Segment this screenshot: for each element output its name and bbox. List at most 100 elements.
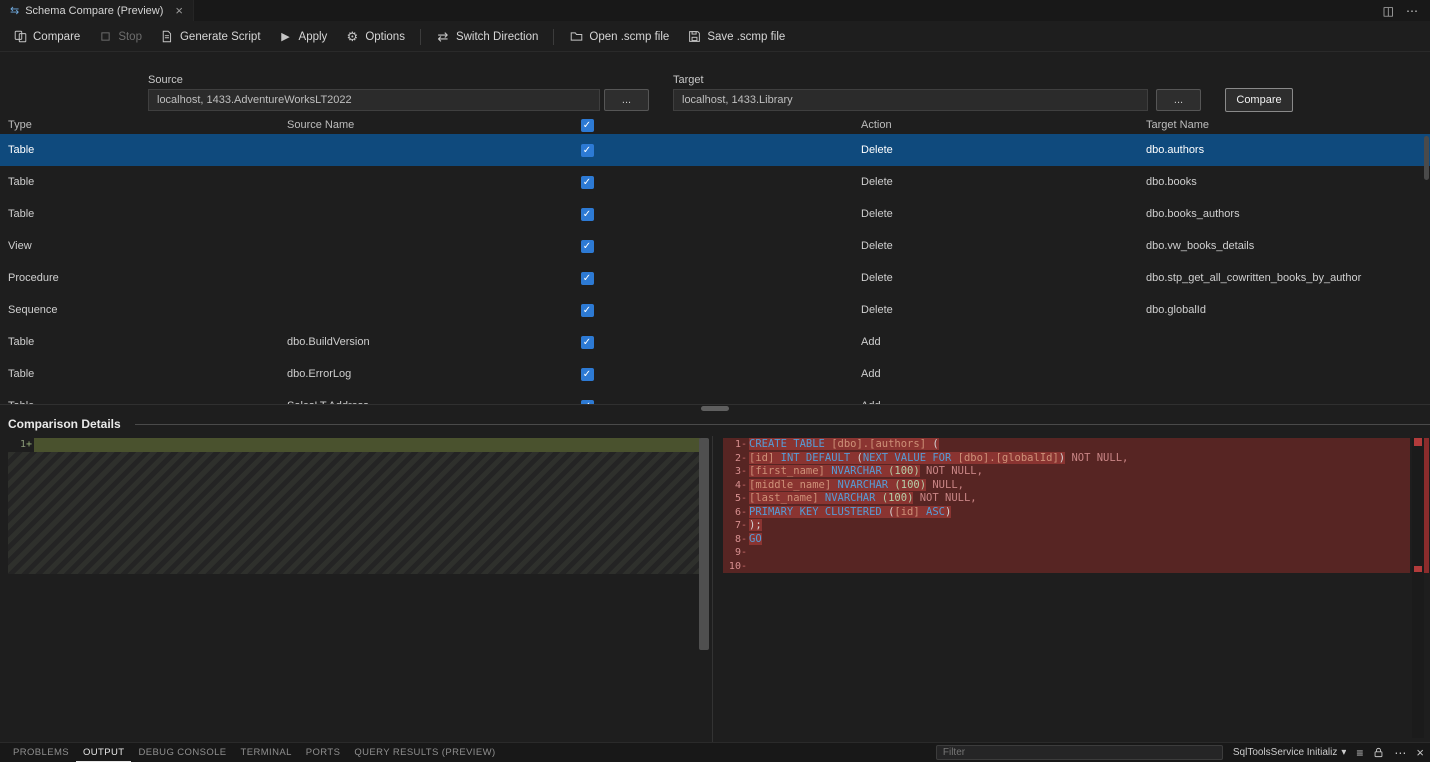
panel-resize-handle[interactable]	[701, 406, 729, 411]
table-row[interactable]: Tabledbo.ErrorLog✓Add	[0, 358, 1430, 390]
row-source-name: dbo.BuildVersion	[287, 336, 577, 348]
panel-tab-ports[interactable]: PORTS	[299, 743, 348, 762]
apply-button[interactable]: ▶Apply	[270, 24, 337, 50]
column-target-name[interactable]: Target Name	[1146, 119, 1430, 131]
select-all-checkbox[interactable]: ✓	[581, 119, 594, 132]
more-actions-icon[interactable]: ⋯	[1394, 746, 1406, 760]
include-checkbox[interactable]: ✓	[581, 176, 594, 189]
row-action: Delete	[861, 144, 1146, 156]
include-checkbox[interactable]: ✓	[581, 240, 594, 253]
output-channel-select[interactable]: SqlToolsService Initializ ▾	[1233, 747, 1347, 758]
diff-line[interactable]: 1+	[8, 438, 700, 452]
toolbar-button-label: Compare	[33, 31, 80, 43]
target-input[interactable]	[673, 89, 1148, 111]
options-button[interactable]: ⚙Options	[336, 24, 414, 50]
pane-divider	[712, 436, 713, 742]
toolbar-separator	[553, 29, 554, 45]
compare-icon	[13, 30, 27, 44]
line-number: 2-	[723, 452, 749, 466]
panel-tab-terminal[interactable]: TERMINAL	[234, 743, 299, 762]
editor-more-actions-icon[interactable]: ⋯	[1406, 4, 1418, 18]
include-checkbox[interactable]: ✓	[581, 144, 594, 157]
diff-line[interactable]: 7-);	[723, 519, 1410, 533]
diff-line[interactable]: 6-PRIMARY KEY CLUSTERED ([id] ASC)	[723, 506, 1410, 520]
include-checkbox[interactable]: ✓	[581, 304, 594, 317]
close-panel-icon[interactable]: ×	[1416, 745, 1424, 760]
diff-line[interactable]: 10-	[723, 560, 1410, 574]
panel-tab-debug-console[interactable]: DEBUG CONSOLE	[131, 743, 233, 762]
lock-icon[interactable]	[1373, 747, 1384, 758]
table-row[interactable]: Table✓Deletedbo.books_authors	[0, 198, 1430, 230]
column-type[interactable]: Type	[8, 119, 287, 131]
schema-compare-window: ⇆ Schema Compare (Preview) × ◫ ⋯ Compare…	[0, 0, 1430, 762]
switch-direction-button[interactable]: ⇄Switch Direction	[427, 24, 547, 50]
compare-button[interactable]: Compare	[1225, 88, 1293, 112]
diff-filler-region	[8, 452, 700, 574]
switch-icon: ⇄	[436, 30, 450, 44]
comparison-details-header: Comparison Details	[0, 412, 1430, 436]
toolbar: Compare Stop Generate Script ▶Apply⚙Options…	[0, 22, 1430, 52]
target-diff-editor[interactable]: 1-CREATE TABLE [dbo].[authors] (2-[id] I…	[723, 438, 1410, 738]
target-browse-button[interactable]: ...	[1156, 89, 1201, 111]
include-checkbox[interactable]: ✓	[581, 208, 594, 221]
panel-tab-query-results-preview[interactable]: QUERY RESULTS (PREVIEW)	[347, 743, 502, 762]
source-input[interactable]	[148, 89, 600, 111]
row-action: Delete	[861, 176, 1146, 188]
diff-line[interactable]: 9-	[723, 546, 1410, 560]
stop-button: Stop	[89, 24, 151, 50]
table-row[interactable]: Tabledbo.BuildVersion✓Add	[0, 326, 1430, 358]
open-scmp-button[interactable]: Open .scmp file	[560, 24, 678, 50]
compare-toolbar-button[interactable]: Compare	[4, 24, 89, 50]
tab-schema-compare[interactable]: ⇆ Schema Compare (Preview) ×	[0, 0, 194, 21]
script-icon	[160, 30, 174, 44]
panel-tab-output[interactable]: OUTPUT	[76, 743, 131, 762]
diff-scrollbar[interactable]	[699, 438, 709, 650]
diff-line[interactable]: 1-CREATE TABLE [dbo].[authors] (	[723, 438, 1410, 452]
comparison-details-title: Comparison Details	[8, 417, 121, 431]
header-rule	[135, 424, 1430, 425]
row-type: Procedure	[8, 272, 287, 284]
diff-line[interactable]: 8-GO	[723, 533, 1410, 547]
table-row[interactable]: TableSalesLT.Address✓Add	[0, 390, 1430, 404]
table-row[interactable]: View✓Deletedbo.vw_books_details	[0, 230, 1430, 262]
line-number: 1-	[723, 438, 749, 452]
split-editor-icon[interactable]: ◫	[1383, 4, 1394, 18]
overview-removed-strip	[1424, 438, 1429, 573]
table-row[interactable]: Table ✓ Deletedbo.books	[0, 166, 1430, 198]
line-number: 4-	[723, 479, 749, 493]
diff-line[interactable]: 3-[first_name] NVARCHAR (100) NOT NULL,	[723, 465, 1410, 479]
include-checkbox[interactable]: ✓	[581, 272, 594, 285]
results-scrollbar[interactable]	[1424, 136, 1429, 180]
panel-sash	[0, 404, 1430, 412]
schema-compare-icon: ⇆	[10, 4, 19, 17]
include-checkbox[interactable]: ✓	[581, 336, 594, 349]
editor-tab-bar: ⇆ Schema Compare (Preview) × ◫ ⋯	[0, 0, 1430, 22]
close-tab-icon[interactable]: ×	[175, 4, 183, 17]
table-row[interactable]: Procedure✓Deletedbo.stp_get_all_cowritte…	[0, 262, 1430, 294]
line-number: 8-	[723, 533, 749, 547]
column-action[interactable]: Action	[861, 119, 1146, 131]
chevron-down-icon: ▾	[1341, 747, 1346, 758]
table-row[interactable]: Table✓Deletedbo.authors	[0, 134, 1430, 166]
source-diff-editor[interactable]: 1+	[8, 438, 700, 738]
diff-line[interactable]: 2-[id] INT DEFAULT (NEXT VALUE FOR [dbo]…	[723, 452, 1410, 466]
column-source-name[interactable]: Source Name	[287, 119, 577, 131]
toolbar-button-label: Open .scmp file	[589, 31, 669, 43]
save-scmp-button[interactable]: Save .scmp file	[678, 24, 794, 50]
row-type: Table	[8, 176, 287, 188]
list-icon[interactable]: ≡	[1356, 746, 1363, 760]
row-type: Sequence	[8, 304, 287, 316]
generate-script-button[interactable]: Generate Script	[151, 24, 270, 50]
panel-tab-problems[interactable]: PROBLEMS	[6, 743, 76, 762]
toolbar-button-label: Generate Script	[180, 31, 261, 43]
table-row[interactable]: Sequence✓Deletedbo.globalId	[0, 294, 1430, 326]
panel-tabs: PROBLEMSOUTPUTDEBUG CONSOLETERMINALPORTS…	[6, 743, 503, 762]
source-browse-button[interactable]: ...	[604, 89, 649, 111]
row-target-name: dbo.globalId	[1146, 304, 1430, 316]
include-checkbox[interactable]: ✓	[581, 368, 594, 381]
row-target-name: dbo.books	[1146, 176, 1430, 188]
filter-input[interactable]	[936, 745, 1223, 760]
diff-line[interactable]: 5-[last_name] NVARCHAR (100) NOT NULL,	[723, 492, 1410, 506]
diff-line[interactable]: 4-[middle_name] NVARCHAR (100) NULL,	[723, 479, 1410, 493]
row-target-name: dbo.stp_get_all_cowritten_books_by_autho…	[1146, 272, 1430, 284]
